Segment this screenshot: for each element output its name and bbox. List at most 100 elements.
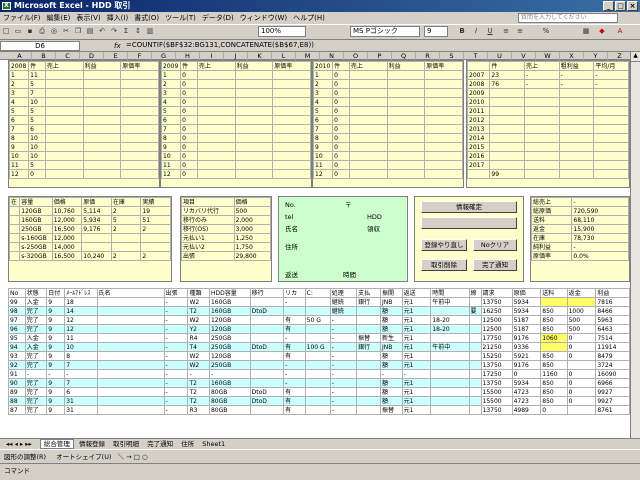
table-cell[interactable]	[356, 351, 382, 361]
table-cell[interactable]	[44, 142, 84, 152]
table-cell[interactable]: 850	[540, 378, 568, 388]
table-cell[interactable]: -	[187, 369, 210, 379]
table-cell[interactable]: 4723	[511, 396, 542, 406]
table-cell[interactable]	[196, 88, 236, 98]
table-cell[interactable]: 完了	[24, 324, 48, 334]
table-cell[interactable]: 97	[8, 315, 26, 325]
align-center-icon[interactable]: ≡	[515, 26, 525, 36]
table-cell[interactable]	[96, 360, 165, 370]
table-cell[interactable]	[96, 324, 165, 334]
table-cell[interactable]	[96, 351, 165, 361]
table-cell[interactable]: 14	[64, 306, 98, 316]
table-cell[interactable]	[468, 315, 482, 325]
table-cell[interactable]	[272, 124, 311, 134]
table-cell[interactable]	[272, 79, 311, 89]
table-cell[interactable]	[272, 70, 311, 80]
table-cell[interactable]: 原価率	[272, 61, 311, 71]
table-cell[interactable]: 3	[160, 88, 182, 98]
table-cell[interactable]: 11	[160, 160, 182, 170]
table-cell[interactable]: 7	[312, 124, 334, 134]
table-cell[interactable]	[82, 70, 122, 80]
table-cell[interactable]	[424, 106, 463, 116]
table-cell[interactable]: 10	[8, 151, 30, 161]
table-cell[interactable]	[468, 378, 482, 388]
table-cell[interactable]: 在庫	[530, 233, 573, 243]
table-cell[interactable]: 10	[64, 342, 98, 352]
table-cell[interactable]: 160GB	[19, 215, 53, 225]
table-cell[interactable]: 種類	[187, 288, 210, 298]
table-cell[interactable]: 0	[180, 160, 198, 170]
table-cell[interactable]	[272, 88, 311, 98]
table-cell[interactable]	[272, 106, 311, 116]
table-cell[interactable]: 17250	[480, 369, 513, 379]
font-size-select[interactable]: 9	[424, 26, 448, 37]
table-cell[interactable]	[120, 115, 159, 125]
table-cell[interactable]: 8	[160, 133, 182, 143]
table-cell[interactable]	[430, 387, 470, 397]
table-cell[interactable]: 16,500	[51, 251, 83, 261]
table-cell[interactable]: 95	[8, 333, 26, 343]
table-cell[interactable]: 1	[312, 70, 334, 80]
table-cell[interactable]: 要	[468, 306, 482, 316]
zoom-select[interactable]: 100%	[258, 26, 306, 37]
table-cell[interactable]	[566, 360, 597, 370]
table-cell[interactable]: 振替	[380, 405, 403, 415]
table-cell[interactable]	[304, 369, 331, 379]
table-cell[interactable]: -	[163, 342, 189, 352]
table-cell[interactable]	[424, 142, 463, 152]
italic-icon[interactable]: I	[471, 26, 481, 36]
table-cell[interactable]	[468, 324, 482, 334]
table-cell[interactable]: 11	[312, 160, 334, 170]
table-cell[interactable]	[430, 405, 470, 415]
menu-view[interactable]: 表示(V)	[73, 12, 103, 24]
table-cell[interactable]: 5	[28, 106, 46, 116]
table-cell[interactable]: 返金	[530, 224, 573, 234]
table-cell[interactable]: 売上	[348, 61, 388, 71]
table-cell[interactable]: 0	[180, 142, 198, 152]
table-cell[interactable]	[96, 306, 165, 316]
table-cell[interactable]: 16090	[595, 369, 630, 379]
table-cell[interactable]	[196, 70, 236, 80]
info-confirm-button[interactable]: 情報確定	[421, 201, 517, 213]
table-cell[interactable]: C:	[304, 288, 331, 298]
table-cell[interactable]: 12,000	[51, 233, 83, 243]
table-cell[interactable]	[234, 79, 274, 89]
table-cell[interactable]: 支払	[356, 288, 382, 298]
table-cell[interactable]: ﾒｰﾙｱﾄﾞﾚｽ	[64, 288, 98, 298]
table-cell[interactable]: 7	[8, 124, 30, 134]
table-cell[interactable]: T2	[187, 378, 210, 388]
table-cell[interactable]: 0	[180, 70, 198, 80]
table-cell[interactable]: 23	[489, 70, 526, 80]
table-cell[interactable]	[524, 133, 560, 143]
table-cell[interactable]: 元1	[401, 297, 432, 307]
menu-tools[interactable]: ツール(T)	[162, 12, 199, 24]
tab-complete[interactable]: 完了通知	[144, 440, 176, 448]
table-cell[interactable]: 入金	[24, 297, 48, 307]
table-cell[interactable]	[468, 369, 482, 379]
table-cell[interactable]: 5	[28, 115, 46, 125]
table-cell[interactable]: 9	[46, 360, 66, 370]
table-cell[interactable]: 2014	[466, 133, 491, 143]
table-cell[interactable]	[386, 151, 426, 161]
redo-icon[interactable]: ↷	[109, 26, 119, 36]
table-cell[interactable]: -	[163, 387, 189, 397]
table-cell[interactable]	[82, 142, 122, 152]
table-cell[interactable]: 18	[64, 297, 98, 307]
table-cell[interactable]: 31	[64, 405, 98, 415]
table-cell[interactable]	[430, 351, 470, 361]
table-cell[interactable]: -	[64, 369, 98, 379]
table-cell[interactable]	[8, 251, 21, 261]
table-cell[interactable]: 850	[540, 396, 568, 406]
table-cell[interactable]	[272, 142, 311, 152]
table-cell[interactable]: 移行	[249, 288, 285, 298]
table-cell[interactable]: 9	[8, 142, 30, 152]
table-cell[interactable]: 0	[332, 133, 350, 143]
table-cell[interactable]	[234, 169, 274, 179]
table-cell[interactable]: リカ	[283, 288, 306, 298]
table-cell[interactable]	[196, 151, 236, 161]
table-cell[interactable]	[468, 333, 482, 343]
register-redo-button[interactable]: 登録やり直し	[421, 239, 467, 251]
tab-sheet1[interactable]: Sheet1	[199, 440, 228, 448]
table-cell[interactable]: 元1	[401, 333, 432, 343]
table-cell[interactable]	[558, 115, 595, 125]
